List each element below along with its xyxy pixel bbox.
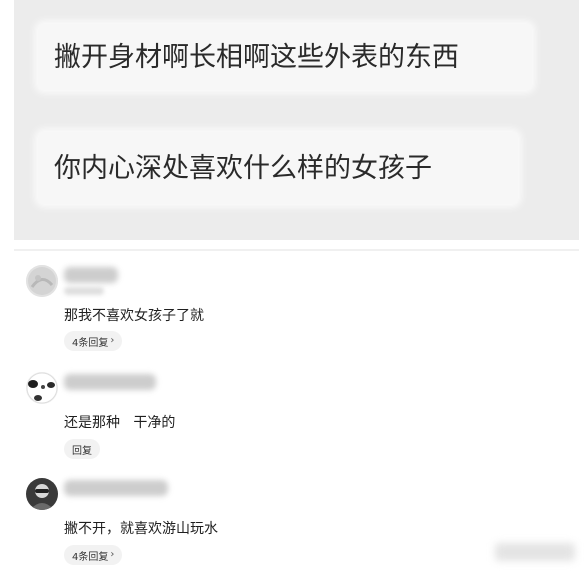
reply-label: 回复 xyxy=(72,445,92,457)
chevron-right-icon: › xyxy=(110,549,115,560)
comment-text: 那我不喜欢女孩子了就 xyxy=(64,308,204,324)
post-screenshot: 撇开身材啊长相啊这些外表的东西 你内心深处喜欢什么样的女孩子 xyxy=(14,0,579,240)
watermark-redacted xyxy=(495,543,575,561)
post-text-line-1: 撇开身材啊长相啊这些外表的东西 xyxy=(38,24,532,90)
reply-count-label: 4条回复 xyxy=(72,337,109,349)
divider xyxy=(14,249,579,251)
comment-text: 还是那种 干净的 xyxy=(64,415,176,431)
avatar-icon[interactable] xyxy=(26,478,58,510)
username-redacted[interactable] xyxy=(64,374,156,390)
reply-button[interactable]: 回复 xyxy=(64,439,100,459)
comment-text: 撇不开，就喜欢游山玩水 xyxy=(64,521,218,537)
avatar-icon[interactable] xyxy=(26,265,58,297)
username-redacted[interactable] xyxy=(64,480,168,496)
chevron-right-icon: › xyxy=(110,335,115,346)
view-replies-button[interactable]: 4条回复 › xyxy=(64,545,123,565)
comment-item: 撇不开，就喜欢游山玩水 4条回复 › xyxy=(22,478,562,570)
view-replies-button[interactable]: 4条回复 › xyxy=(64,331,123,351)
comment-item: 还是那种 干净的 回复 xyxy=(22,372,562,462)
reply-count-label: 4条回复 xyxy=(72,551,109,563)
username-redacted[interactable] xyxy=(64,267,118,283)
avatar-icon[interactable] xyxy=(26,372,58,404)
comment-item: 那我不喜欢女孩子了就 4条回复 › xyxy=(22,265,562,355)
meta-redacted xyxy=(64,287,104,295)
post-text-line-2: 你内心深处喜欢什么样的女孩子 xyxy=(38,132,518,204)
